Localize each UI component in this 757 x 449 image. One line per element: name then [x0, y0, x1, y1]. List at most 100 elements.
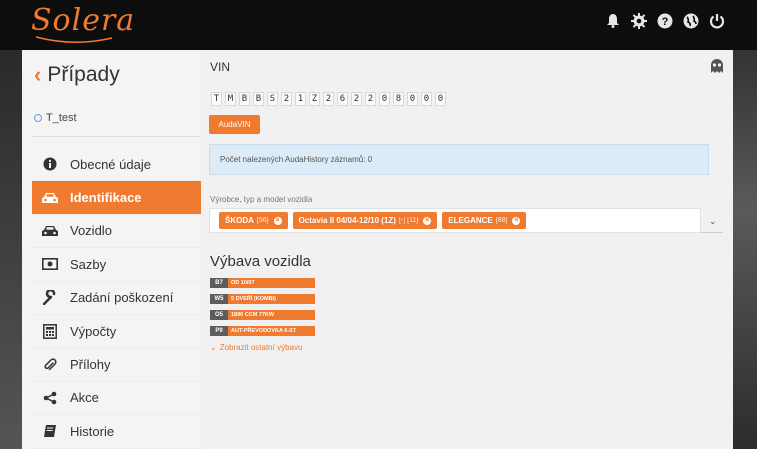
equipment-item: B7 OD 10/07 [210, 278, 315, 288]
user-name: T_test [46, 112, 77, 124]
tag-label: ELEGANCE [448, 216, 493, 225]
equipment-code: O5 [210, 310, 228, 320]
book-icon [41, 424, 59, 438]
vin-char: 2 [281, 92, 292, 106]
info-icon [41, 157, 59, 171]
help-icon[interactable]: ? [656, 12, 673, 29]
vin-char: 1 [295, 92, 306, 106]
user-icon [34, 114, 42, 122]
sidebar-item-label: Přílohy [70, 357, 111, 373]
equipment-code: W5 [210, 294, 228, 304]
sidebar-item-label: Sazby [70, 256, 107, 272]
equipment-code: B7 [210, 278, 228, 288]
equipment-desc: AUT-PŘEVODOVKA 6-ST [228, 326, 315, 336]
sidebar-item-identification[interactable]: Identifikace [32, 181, 201, 215]
calculator-icon [41, 323, 59, 339]
vin-label: VIN [210, 60, 231, 74]
vin-char: 0 [421, 92, 432, 106]
vin-char: B [253, 92, 264, 106]
chevron-down-icon: ⌄ [210, 343, 217, 352]
vin-char: Z [309, 92, 320, 106]
vehicle-tag-make[interactable]: ŠKODA [56] × [219, 212, 288, 229]
sidebar-item-history[interactable]: Historie [32, 415, 201, 449]
audavin-button[interactable]: AudaVIN [209, 115, 260, 134]
vehicle-dropdown[interactable]: ⌄ [701, 216, 723, 233]
svg-text:?: ? [661, 16, 668, 28]
vin-char: 0 [407, 92, 418, 106]
divider [32, 136, 201, 137]
sidebar-item-label: Akce [70, 390, 99, 406]
vin-char: S [267, 92, 278, 106]
vehicle-selector[interactable]: ŠKODA [56] × Octavia II 04/04-12/10 (1Z)… [209, 208, 701, 233]
sidebar-item-label: Výpočty [70, 323, 117, 339]
tag-code: [-] [11] [398, 217, 419, 224]
vin-char: 2 [323, 92, 334, 106]
cases-title[interactable]: ‹ Případy [34, 62, 120, 88]
equipment-desc: 1896 CCM 77KW [228, 310, 315, 320]
sidebar-item-vehicle[interactable]: Vozidlo [32, 214, 201, 249]
header-icons: ? [604, 12, 725, 29]
equipment-item: P9 AUT-PŘEVODOVKA 6-ST [210, 326, 315, 336]
equipment-desc: 5 DVEŘÍ (KOMBI) [228, 294, 315, 304]
user-label: T_test [34, 112, 77, 124]
paperclip-icon [41, 357, 59, 372]
vehicle-label: Výrobce, typ a model vozidla [210, 195, 313, 204]
vehicle-tag-trim[interactable]: ELEGANCE [88] × [442, 212, 527, 229]
sidebar-item-general[interactable]: Obecné údaje [32, 148, 201, 182]
sidebar-item-rates[interactable]: Sazby [32, 248, 201, 282]
power-icon[interactable] [708, 12, 725, 29]
background-left [0, 50, 22, 449]
vin-char: T [211, 92, 222, 106]
vin-char: B [239, 92, 250, 106]
vin-characters: TMBBS21Z262208000 [211, 92, 446, 106]
show-more-label: Zobrazit ostatní výbavu [219, 343, 303, 352]
info-text: Počet nalezených AudaHistory záznamů: 0 [220, 155, 373, 164]
vin-char: 2 [365, 92, 376, 106]
tag-code: [88] [495, 217, 508, 224]
tag-code: [56] [256, 217, 269, 224]
sidebar-item-calculations[interactable]: Výpočty [32, 314, 201, 349]
vin-char: 2 [351, 92, 362, 106]
sidebar: ‹ Případy T_test Obecné údaje Identifika… [22, 50, 201, 449]
car-icon [41, 224, 59, 238]
sidebar-item-label: Historie [70, 423, 115, 439]
money-icon [41, 258, 59, 271]
sidebar-item-damage-entry[interactable]: Zadání poškození [32, 281, 201, 315]
equipment-item: O5 1896 CCM 77KW [210, 310, 315, 320]
audahistory-info: Počet nalezených AudaHistory záznamů: 0 [209, 144, 709, 175]
gear-icon[interactable] [630, 12, 647, 29]
tag-label: ŠKODA [225, 216, 254, 225]
vin-char: M [225, 92, 236, 106]
remove-icon[interactable]: × [273, 216, 282, 225]
equipment-code: P9 [210, 326, 228, 336]
sidebar-item-label: Identifikace [70, 190, 142, 206]
solera-logo[interactable]: Solera [31, 3, 135, 38]
globe-icon[interactable] [682, 12, 699, 29]
equipment-item: W5 5 DVEŘÍ (KOMBI) [210, 294, 315, 304]
sidebar-menu: Obecné údaje Identifikace Vozidlo Sazby … [32, 148, 201, 449]
equipment-title: Výbava vozidla [210, 253, 311, 270]
sidebar-item-label: Obecné údaje [70, 156, 151, 172]
bell-icon[interactable] [604, 12, 621, 29]
logo-swoosh [35, 36, 113, 43]
equipment-desc: OD 10/07 [228, 278, 315, 288]
chevron-left-icon[interactable]: ‹ [34, 62, 41, 88]
remove-icon[interactable]: × [512, 216, 521, 225]
sidebar-item-actions[interactable]: Akce [32, 381, 201, 416]
vehicle-tag-model[interactable]: Octavia II 04/04-12/10 (1Z) [-] [11] × [292, 212, 438, 229]
background-right [733, 50, 757, 449]
vin-char: 0 [379, 92, 390, 106]
ghost-icon[interactable] [709, 58, 725, 74]
tag-label: Octavia II 04/04-12/10 (1Z) [298, 216, 396, 225]
show-more-equipment-link[interactable]: ⌄ Zobrazit ostatní výbavu [210, 343, 302, 352]
main-panel: VIN TMBBS21Z262208000 AudaVIN Počet nale… [201, 50, 733, 449]
car-front-icon [41, 191, 59, 205]
sidebar-title: Případy [47, 63, 120, 86]
vin-char: 8 [393, 92, 404, 106]
chevron-down-icon: ⌄ [709, 216, 717, 226]
share-icon [41, 391, 59, 405]
sidebar-item-label: Vozidlo [70, 223, 112, 239]
remove-icon[interactable]: × [423, 216, 432, 225]
sidebar-item-attachments[interactable]: Přílohy [32, 348, 201, 382]
vin-char: 0 [435, 92, 446, 106]
